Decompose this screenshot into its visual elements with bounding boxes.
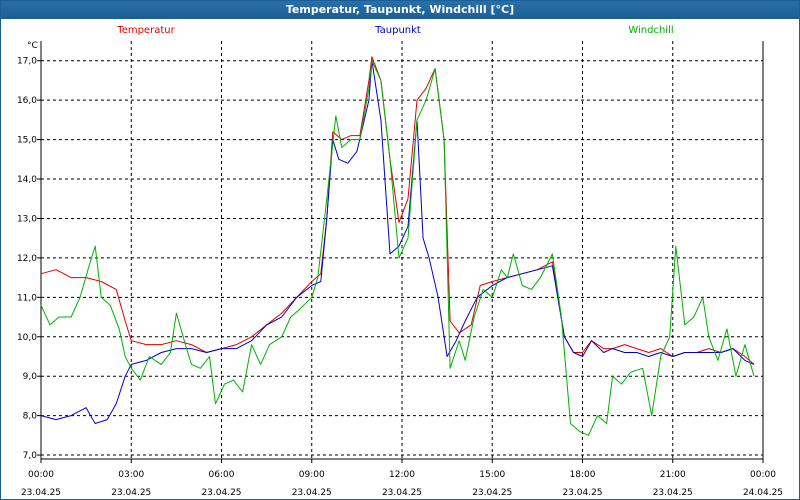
x-tick-time-label: 00:00: [750, 470, 776, 480]
x-tick-date-label: 23.04.25: [201, 488, 241, 498]
x-tick-time-label: 06:00: [209, 470, 235, 480]
legend-entry-temperatur: Temperatur: [116, 25, 175, 36]
y-tick-label: 12,0: [17, 254, 37, 264]
legend: Temperatur Taupunkt Windchill: [116, 25, 673, 36]
x-tick-date-label: 24.04.25: [743, 488, 783, 498]
series-line-temperatur: [40, 56, 755, 365]
x-tick-time-label: 09:00: [299, 470, 325, 480]
x-tick-date-label: 23.04.25: [472, 488, 512, 498]
x-tick-time-label: 03:00: [118, 470, 144, 480]
x-tick-time-label: 00:00: [28, 470, 54, 480]
x-tick-date-label: 23.04.25: [653, 488, 693, 498]
y-tick-label: 11,0: [17, 293, 37, 303]
y-tick-label: 14,0: [17, 175, 37, 185]
tick-labels: 7,0 8,0 9,0 10,0 11,0 12,0 13,0 14,0 15,0 16,0 17,…: [17, 41, 783, 498]
x-tick-time-label: 18:00: [570, 470, 596, 480]
x-tick-date-label: 23.04.25: [562, 488, 602, 498]
legend-entry-taupunkt: Taupunkt: [374, 25, 421, 36]
y-tick-label: 7,0: [23, 451, 38, 461]
x-tick-time-label: 12:00: [389, 470, 415, 480]
y-tick-label: 17,0: [17, 57, 37, 67]
chart-window: Temperatur, Taupunkt, Windchill [°C] Tem…: [0, 0, 800, 500]
y-tick-label: 15,0: [17, 136, 37, 146]
y-tick-label: 10,0: [17, 333, 37, 343]
y-tick-label: 9,0: [23, 372, 38, 382]
y-tick-label: 16,0: [17, 96, 37, 106]
y-tick-label: 13,0: [17, 214, 37, 224]
window-title: Temperatur, Taupunkt, Windchill [°C]: [1, 1, 799, 19]
x-tick-time-label: 21:00: [660, 470, 686, 480]
weather-line-chart: Temperatur Taupunkt Windchill 7,0 8,0 9,0 10,…: [17, 25, 783, 498]
x-tick-date-label: 23.04.25: [382, 488, 422, 498]
x-tick-date-label: 23.04.25: [21, 488, 61, 498]
legend-entry-windchill: Windchill: [628, 25, 673, 36]
x-tick-date-label: 23.04.25: [292, 488, 332, 498]
x-tick-time-label: 15:00: [479, 470, 505, 480]
y-tick-label: 8,0: [23, 412, 38, 422]
x-tick-date-label: 23.04.25: [111, 488, 151, 498]
y-axis-unit-label: °C: [27, 41, 38, 51]
series-lines: [40, 56, 755, 436]
